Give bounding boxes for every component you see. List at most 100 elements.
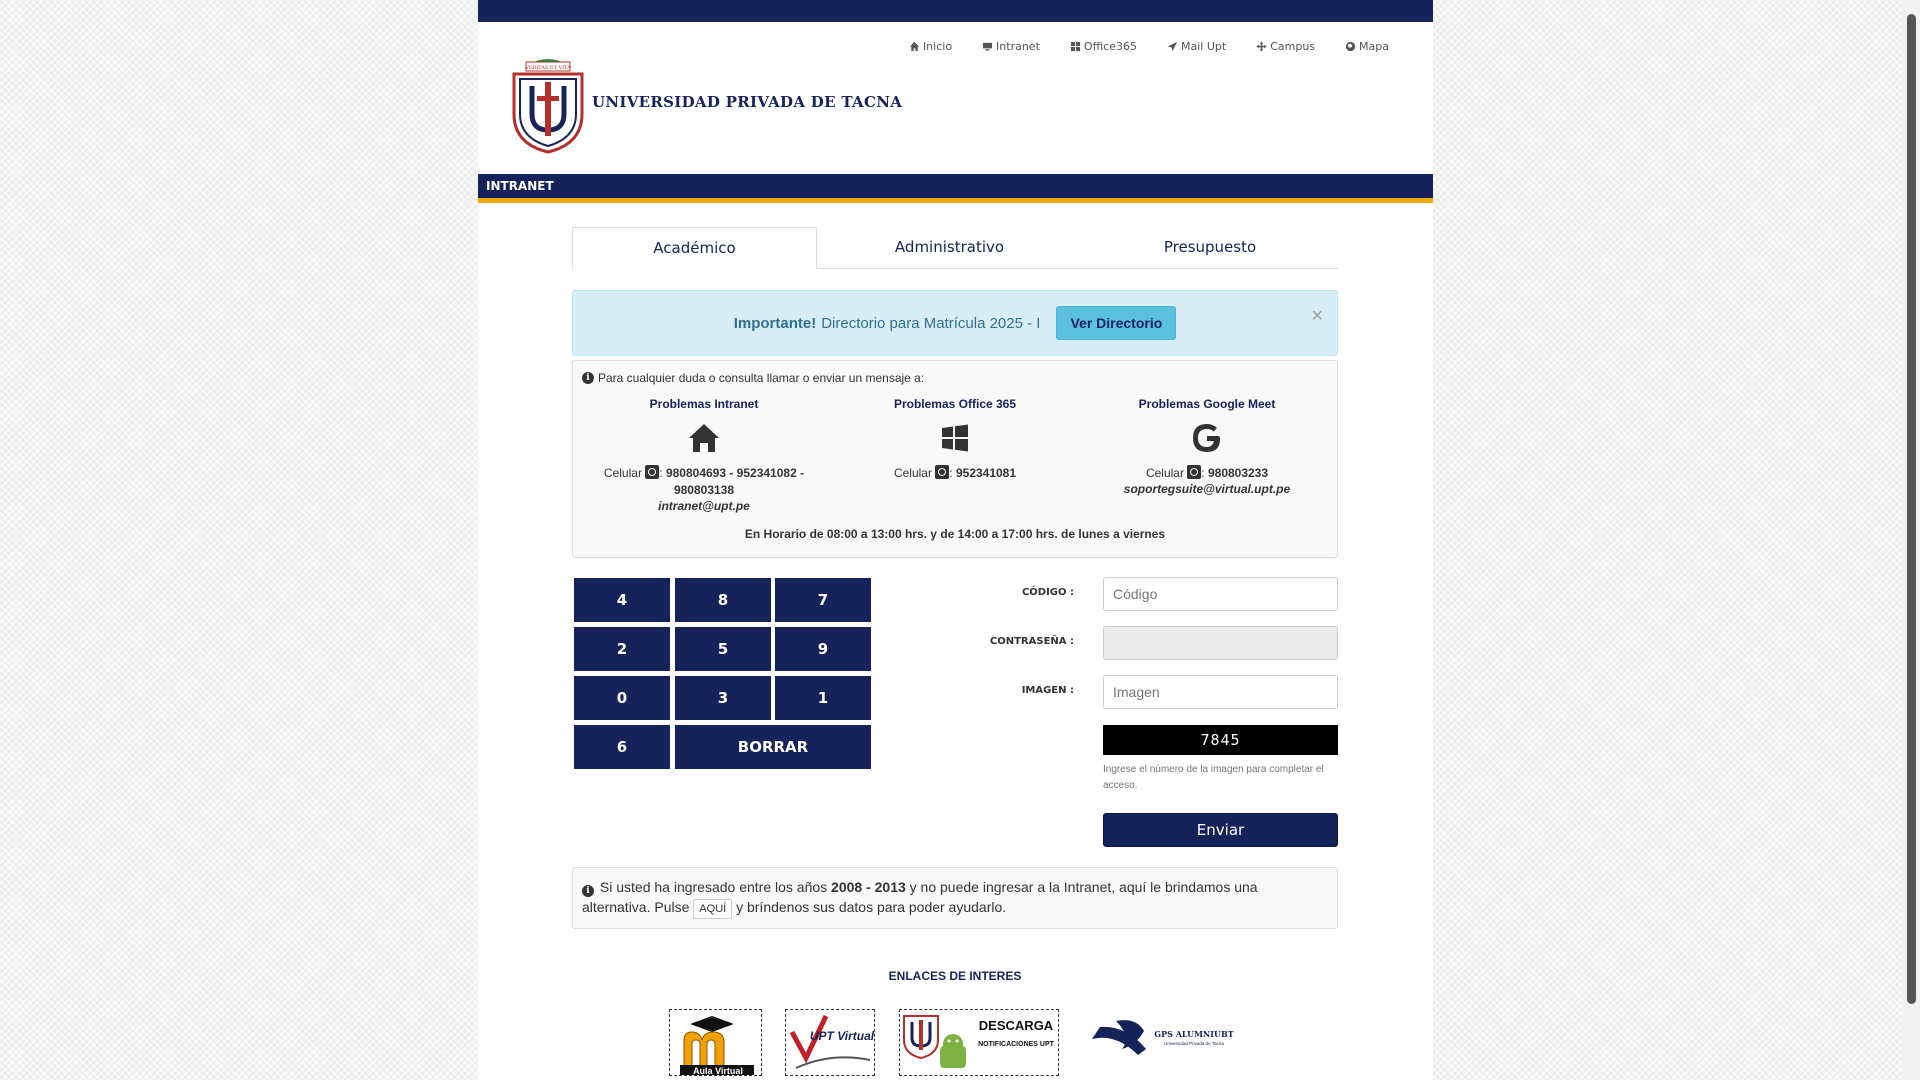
nav-campus[interactable]: Campus xyxy=(1256,40,1315,53)
tab-bar: Académico Administrativo Presupuesto xyxy=(572,227,1338,269)
support-title: Problemas Office 365 xyxy=(893,397,1017,411)
top-nav: Inicio Intranet Office365 Mail Upt Campu… xyxy=(879,40,1389,53)
section-title: INTRANET xyxy=(478,174,1433,203)
support-phones: Celular : 980804693 - 952341082 - 980803… xyxy=(603,465,805,497)
whatsapp-icon xyxy=(645,465,660,479)
support-phones: Celular : 980803233 xyxy=(1145,465,1269,480)
nav-label: Office365 xyxy=(1083,40,1138,53)
help-panel: i Para cualquier duda o consulta llamar … xyxy=(572,360,1338,558)
page-scrollbar[interactable] xyxy=(1903,0,1920,1080)
password-input[interactable] xyxy=(1103,626,1338,660)
nav-intranet[interactable]: Intranet xyxy=(982,40,1040,53)
nav-inicio[interactable]: Inicio xyxy=(909,40,952,53)
tab-presupuesto[interactable]: Presupuesto xyxy=(1082,227,1338,268)
key-button[interactable]: 2 xyxy=(574,627,670,671)
whatsapp-icon xyxy=(935,465,950,479)
password-label: CONTRASEÑA : xyxy=(989,636,1074,647)
nav-label: Inicio xyxy=(922,40,953,53)
shield-logo-icon: VERITAS ET VITA xyxy=(512,59,584,154)
code-input[interactable] xyxy=(1103,577,1338,611)
captcha-image: 7845 xyxy=(1103,725,1338,755)
image-input[interactable] xyxy=(1103,675,1338,709)
close-icon[interactable]: × xyxy=(1311,305,1323,328)
grid-icon xyxy=(1070,41,1080,52)
nav-office365[interactable]: Office365 xyxy=(1070,40,1137,53)
svg-text:DESCARGA: DESCARGA xyxy=(979,1018,1054,1033)
key-button[interactable]: 1 xyxy=(775,676,871,720)
nav-label: Campus xyxy=(1270,40,1316,53)
support-title: Problemas Google Meet xyxy=(1138,397,1276,411)
university-name: UNIVERSIDAD PRIVADA DE TACNA xyxy=(592,93,903,111)
support-intranet: Problemas Intranet Celular : 980804693 -… xyxy=(584,397,824,513)
arrows-icon xyxy=(1256,41,1267,52)
important-alert: Importante! Directorio para Matrícula 20… xyxy=(572,290,1338,356)
key-button[interactable]: 9 xyxy=(775,627,871,671)
support-google-meet: Problemas Google Meet Celular : 98080323… xyxy=(1087,397,1327,496)
code-label: CÓDIGO : xyxy=(1021,587,1074,598)
nav-label: Intranet xyxy=(996,40,1040,53)
info-icon: i xyxy=(582,885,594,897)
ver-directorio-button[interactable]: Ver Directorio xyxy=(1056,306,1177,340)
nav-label: Mail Upt xyxy=(1181,40,1227,53)
key-button[interactable]: 7 xyxy=(775,578,871,622)
links-title: ENLACES DE INTERES xyxy=(888,969,1022,983)
upt-virtual-logo: UPT Virtual xyxy=(789,1014,875,1069)
aqui-button[interactable]: AQUÍ xyxy=(693,899,733,919)
google-icon xyxy=(1087,421,1327,455)
support-office365: Problemas Office 365 Celular : 952341081 xyxy=(835,397,1075,482)
image-row: IMAGEN : xyxy=(972,675,1338,709)
logo-motto: VERITAS ET VITA xyxy=(524,65,571,71)
nav-mail-upt[interactable]: Mail Upt xyxy=(1167,40,1226,53)
link-aula-virtual[interactable]: Aula Virtual xyxy=(669,1009,762,1076)
code-row: CÓDIGO : xyxy=(972,577,1338,611)
alert-text: Directorio para Matrícula 2025 - I xyxy=(821,314,1041,332)
gps-alumni-logo: GPS ALUMNIUBT Universidad Privada de Tac… xyxy=(1092,1020,1234,1055)
image-label: IMAGEN : xyxy=(1021,685,1074,696)
svg-text:UPT Virtual: UPT Virtual xyxy=(810,1029,875,1043)
submit-button[interactable]: Enviar xyxy=(1103,813,1338,847)
alternative-access-panel: i Si usted ha ingresado entre los años 2… xyxy=(572,867,1338,929)
info-icon: i xyxy=(582,372,594,384)
university-logo[interactable]: VERITAS ET VITA UNIVERSIDAD PRIVADA DE T… xyxy=(508,52,902,156)
windows-icon xyxy=(835,421,1075,455)
key-button[interactable]: 6 xyxy=(574,725,670,769)
help-intro: i Para cualquier duda o consulta llamar … xyxy=(582,371,924,385)
monitor-icon xyxy=(982,42,993,51)
link-gps-alumni[interactable]: GPS ALUMNIUBT Universidad Privada de Tac… xyxy=(1086,1009,1246,1076)
password-row: CONTRASEÑA : xyxy=(972,626,1338,660)
borrar-button[interactable]: BORRAR xyxy=(675,725,871,769)
tab-administrativo[interactable]: Administrativo xyxy=(817,227,1082,268)
support-email: soportegsuite@virtual.upt.pe xyxy=(1123,482,1291,496)
send-icon xyxy=(1167,41,1178,52)
header: Inicio Intranet Office365 Mail Upt Campu… xyxy=(478,22,1433,174)
scrollbar-thumb[interactable] xyxy=(1907,14,1916,1004)
nav-mapa[interactable]: Mapa xyxy=(1345,40,1389,53)
globe-icon xyxy=(1345,41,1356,52)
svg-text:GPS ALUMNIUBT: GPS ALUMNIUBT xyxy=(1154,1029,1233,1039)
home-icon xyxy=(909,41,920,52)
notificaciones-logo: DESCARGA NOTIFICACIONES UPT xyxy=(903,1015,1055,1068)
captcha-help: Ingrese el número de la imagen para comp… xyxy=(1103,764,1324,791)
nav-label: Mapa xyxy=(1359,40,1389,53)
alert-strong: Importante! xyxy=(733,314,817,332)
page-container: Inicio Intranet Office365 Mail Upt Campu… xyxy=(478,0,1433,1080)
svg-text:NOTIFICACIONES UPT: NOTIFICACIONES UPT xyxy=(978,1041,1055,1048)
link-descarga-notificaciones[interactable]: DESCARGA NOTIFICACIONES UPT xyxy=(899,1009,1059,1076)
support-email: intranet@upt.pe xyxy=(658,499,750,513)
key-button[interactable]: 4 xyxy=(574,578,670,622)
top-bar xyxy=(478,0,1433,22)
key-button[interactable]: 5 xyxy=(675,627,771,671)
svg-text:Aula Virtual: Aula Virtual xyxy=(693,1066,743,1076)
link-upt-virtual[interactable]: UPT Virtual xyxy=(785,1009,875,1076)
tab-academico[interactable]: Académico xyxy=(572,227,817,269)
key-button[interactable]: 3 xyxy=(675,676,771,720)
support-phones: Celular : 952341081 xyxy=(893,465,1017,480)
whatsapp-icon xyxy=(1187,465,1202,479)
key-button[interactable]: 8 xyxy=(675,578,771,622)
svg-text:Universidad Privada de Tacna: Universidad Privada de Tacna xyxy=(1164,1041,1224,1046)
support-schedule: En Horario de 08:00 a 13:00 hrs. y de 14… xyxy=(744,527,1166,541)
help-intro-text: Para cualquier duda o consulta llamar o … xyxy=(598,371,925,385)
main-content: Académico Administrativo Presupuesto Imp… xyxy=(572,227,1338,1076)
home-icon xyxy=(584,421,824,455)
key-button[interactable]: 0 xyxy=(574,676,670,720)
